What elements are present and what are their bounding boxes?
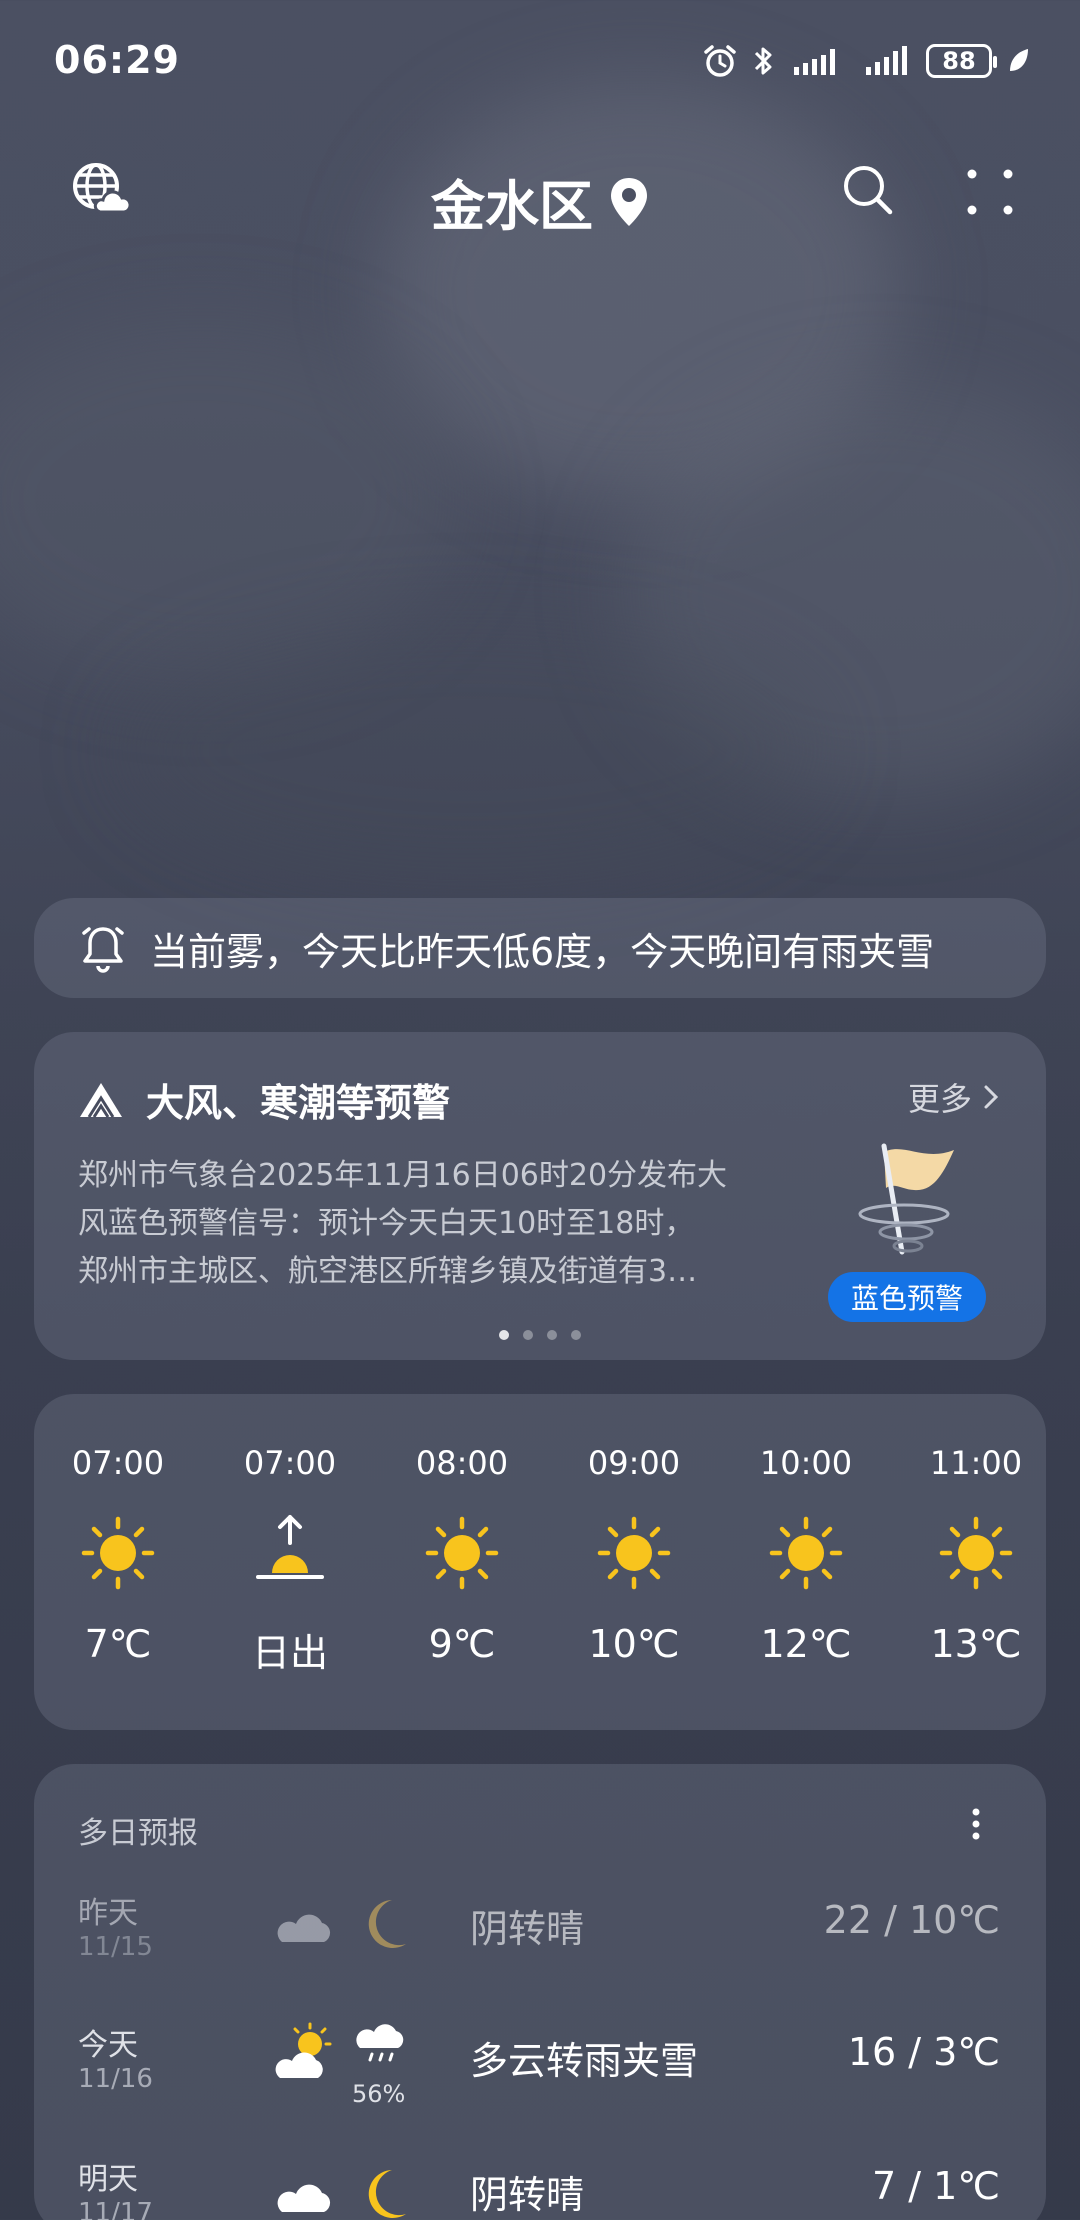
- status-icons: 88: [702, 38, 1030, 84]
- search-icon[interactable]: [840, 162, 896, 218]
- alert-line: 郑州市气象台2025年11月16日06时20分发布大: [78, 1158, 728, 1193]
- summary-text: 当前雾，今天比昨天低6度，今天晚间有雨夹雪: [150, 929, 935, 974]
- hourly-temp: 13℃: [930, 1622, 1022, 1666]
- battery-indicator: 88: [926, 44, 997, 78]
- hourly-temp: 9℃: [428, 1622, 496, 1666]
- alert-level-badge: 蓝色预警: [828, 1272, 986, 1322]
- hourly-item: 07:00 日出: [220, 1444, 360, 1677]
- cloud-moon-icons: [277, 1900, 406, 1948]
- weather-summary-banner[interactable]: 当前雾，今天比昨天低6度，今天晚间有雨夹雪: [34, 898, 1046, 998]
- top-bar: 金水区: [0, 150, 1080, 250]
- daily-day: 昨天: [78, 1896, 138, 1931]
- hourly-item: 09:00 10℃: [564, 1444, 704, 1666]
- daily-date: 11/16: [78, 2064, 153, 2094]
- hourly-item: 08:00 9℃: [392, 1444, 532, 1666]
- chevron-right-icon: [984, 1085, 999, 1109]
- alarm-icon: [704, 45, 736, 77]
- daily-temp: 16 / 3℃: [847, 2030, 1000, 2074]
- pager-dot: [523, 1330, 533, 1340]
- location-pin-icon: [611, 177, 647, 226]
- city-name: 金水区: [431, 175, 593, 238]
- daily-desc: 阴转晴: [470, 1907, 585, 1951]
- hourly-time: 07:00: [71, 1444, 165, 1482]
- hourly-time: 07:00: [243, 1444, 337, 1482]
- hourly-forecast-card[interactable]: 07:00 7℃ 07:00 日出 08:00 9℃ 09:00 10℃ 10:…: [34, 1394, 1046, 1730]
- daily-day: 今天: [78, 2028, 138, 2063]
- sun-icon: [425, 1516, 499, 1590]
- daily-desc: 阴转晴: [470, 2173, 585, 2217]
- sunrise-icon: [256, 1515, 324, 1579]
- alert-header: 大风、寒潮等预警: [78, 1072, 450, 1127]
- pager-dot: [547, 1330, 557, 1340]
- daily-date: 11/15: [78, 1932, 153, 1962]
- bluetooth-icon: [754, 47, 772, 75]
- sun-icon: [939, 1516, 1013, 1590]
- hourly-time: 09:00: [587, 1444, 681, 1482]
- signal-2-icon: [866, 46, 907, 75]
- hourly-temp: 10℃: [588, 1622, 680, 1666]
- hourly-item: 10:00 12℃: [736, 1444, 876, 1666]
- cloud-moon-icons: [277, 2170, 406, 2218]
- hourly-item: 07:00 7℃: [48, 1444, 188, 1666]
- bell-icon: [82, 927, 124, 973]
- daily-date: 11/17: [78, 2198, 153, 2220]
- daily-row[interactable]: 昨天 11/15 阴转晴 22 / 10℃: [34, 1888, 1046, 2008]
- weather-alert-card[interactable]: 大风、寒潮等预警 更多 郑州市气象台2025年11月16日06时20分发布大 风…: [34, 1032, 1046, 1360]
- daily-row[interactable]: 明天 11/17 阴转晴 7 / 1℃: [34, 2154, 1046, 2220]
- hourly-temp: 日出: [251, 1631, 328, 1675]
- sun-icon: [597, 1516, 671, 1590]
- alert-line: 风蓝色预警信号：预计今天白天10时至18时，: [78, 1206, 695, 1241]
- leaf-icon: [1010, 49, 1028, 71]
- city-title[interactable]: 金水区: [0, 162, 1080, 241]
- pager-dot-active: [499, 1330, 509, 1340]
- daily-row[interactable]: 今天 11/16 56% 多云转雨夹雪 16 / 3℃: [34, 2020, 1046, 2140]
- daily-forecast-card[interactable]: 多日预报 昨天 11/15 阴转晴 22 / 10℃ 今天 11/16 56% …: [34, 1764, 1046, 2220]
- daily-desc: 多云转雨夹雪: [470, 2039, 699, 2083]
- status-time: 06:29: [54, 38, 180, 82]
- hourly-time: 08:00: [415, 1444, 509, 1482]
- sun-icon: [81, 1516, 155, 1590]
- daily-title: 多日预报: [78, 1816, 198, 1851]
- warning-icon: [80, 1082, 122, 1118]
- alert-body: 郑州市气象台2025年11月16日06时20分发布大 风蓝色预警信号：预计今天白…: [78, 1152, 808, 1296]
- hourly-time: 11:00: [929, 1444, 1023, 1482]
- hourly-temp: 7℃: [84, 1622, 152, 1666]
- alert-title: 大风、寒潮等预警: [146, 1081, 451, 1125]
- daily-day: 明天: [78, 2162, 138, 2197]
- hourly-time: 10:00: [759, 1444, 853, 1482]
- status-bar: 06:29 88: [0, 0, 1080, 120]
- sun-icon: [769, 1516, 843, 1590]
- daily-temp: 7 / 1℃: [872, 2164, 1000, 2208]
- more-vertical-icon[interactable]: [966, 1804, 986, 1844]
- signal-1-icon: [794, 49, 835, 75]
- wind-flag-icon: [858, 1143, 954, 1255]
- daily-temp: 22 / 10℃: [823, 1898, 1000, 1942]
- precip-chance: 56%: [352, 2080, 406, 2108]
- pager-dot: [571, 1330, 581, 1340]
- more-options-icon[interactable]: [960, 162, 1020, 222]
- alert-more-label: 更多: [907, 1080, 972, 1118]
- alert-more-link[interactable]: 更多: [908, 1074, 1000, 1120]
- alert-line: 郑州市主城区、航空港区所辖乡镇及街道有3…: [78, 1254, 698, 1289]
- hourly-temp: 12℃: [760, 1622, 852, 1666]
- alert-pager: [34, 1330, 1046, 1340]
- hourly-item: 11:00 13℃: [906, 1444, 1046, 1666]
